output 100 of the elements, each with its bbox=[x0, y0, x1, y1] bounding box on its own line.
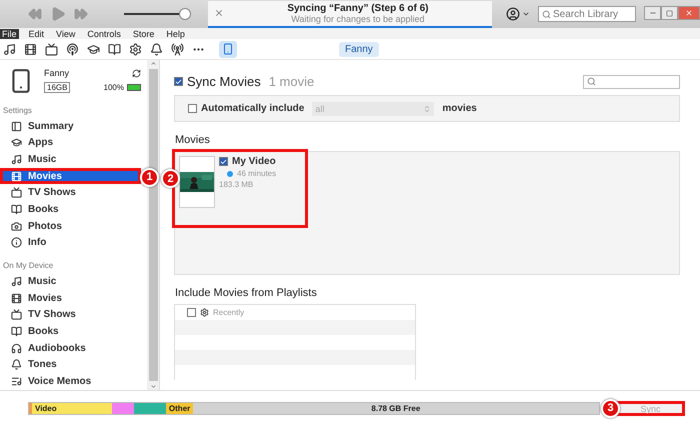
checkbox[interactable] bbox=[188, 104, 197, 113]
section-title: Settings bbox=[2, 104, 33, 117]
menu-item[interactable]: Help bbox=[164, 28, 187, 38]
movie-count: 1 movie bbox=[268, 74, 314, 89]
search-placeholder: Search Library bbox=[553, 8, 618, 20]
item-label: TV Shows bbox=[28, 187, 76, 198]
antenna-icon[interactable] bbox=[171, 42, 184, 56]
item-label: Music bbox=[28, 154, 56, 165]
checkbox[interactable] bbox=[219, 157, 228, 166]
scroll-up-icon[interactable] bbox=[150, 60, 156, 67]
info-icon bbox=[11, 237, 22, 248]
checkbox[interactable] bbox=[187, 308, 196, 317]
battery-icon bbox=[127, 84, 141, 91]
close-icon[interactable] bbox=[214, 8, 224, 18]
item-label: Info bbox=[28, 237, 46, 248]
menu-item[interactable]: View bbox=[54, 28, 78, 38]
menu-item[interactable]: Controls bbox=[85, 28, 123, 38]
movie-duration: 46 minutes bbox=[237, 169, 276, 178]
sidebar-item[interactable]: Audiobooks bbox=[0, 340, 147, 357]
sync-icon[interactable] bbox=[132, 68, 141, 78]
checkbox[interactable] bbox=[174, 77, 183, 86]
section-heading: Movies bbox=[175, 134, 211, 146]
sidebar-item[interactable]: Books bbox=[0, 201, 147, 218]
tv-icon bbox=[11, 309, 22, 320]
battery-percent: 100% bbox=[104, 83, 124, 92]
sidebar-item[interactable]: TV Shows bbox=[0, 184, 147, 202]
account-icon[interactable] bbox=[506, 7, 520, 21]
storage-segment: Other bbox=[166, 402, 193, 414]
item-label: Apps bbox=[28, 137, 53, 148]
bell-icon bbox=[11, 359, 22, 370]
podcast-icon[interactable] bbox=[66, 42, 79, 56]
menu-item[interactable]: File bbox=[0, 28, 19, 38]
sidebar-item[interactable]: TV Shows bbox=[0, 306, 147, 324]
music-note-icon[interactable] bbox=[3, 42, 16, 56]
maximize-button[interactable] bbox=[661, 6, 678, 20]
sidebar-item[interactable]: Books bbox=[0, 323, 147, 340]
device-tab[interactable]: Fanny bbox=[339, 42, 379, 56]
cap-icon bbox=[11, 137, 22, 148]
device-button[interactable] bbox=[219, 40, 237, 58]
sidebar-item[interactable]: Music bbox=[0, 273, 147, 290]
search-icon bbox=[587, 77, 596, 86]
bell-icon[interactable] bbox=[150, 42, 163, 56]
minimize-button[interactable] bbox=[644, 6, 661, 20]
step-number: 2 bbox=[161, 169, 180, 188]
free-space: 8.78 GB Free bbox=[371, 404, 420, 412]
list-music-icon bbox=[11, 376, 22, 388]
gear-icon[interactable] bbox=[129, 42, 142, 56]
list-icon bbox=[11, 120, 22, 132]
film-icon bbox=[11, 170, 22, 182]
item-label: Books bbox=[28, 326, 59, 338]
cap-icon[interactable] bbox=[87, 42, 100, 56]
book-icon bbox=[11, 204, 22, 215]
music-note-icon bbox=[11, 154, 22, 165]
maximize-icon bbox=[666, 10, 673, 16]
gear-icon bbox=[200, 308, 209, 317]
item-label: Voice Memos bbox=[28, 376, 92, 388]
item-label: Summary bbox=[28, 120, 74, 132]
sidebar-item[interactable]: Tones bbox=[0, 356, 147, 374]
search-field[interactable]: Search Library bbox=[538, 6, 636, 22]
sidebar-item[interactable]: Info bbox=[0, 234, 147, 252]
storage-segment: Video bbox=[32, 402, 112, 414]
device-capacity: 16GB bbox=[44, 82, 70, 93]
item-label: TV Shows bbox=[28, 309, 76, 320]
scroll-down-icon[interactable] bbox=[150, 383, 156, 390]
sidebar-item[interactable]: Summary bbox=[0, 118, 147, 134]
scrollbar-thumb[interactable] bbox=[148, 69, 158, 381]
status-subtitle: Waiting for changes to be applied bbox=[291, 14, 425, 24]
sidebar-item[interactable]: Photos bbox=[0, 218, 147, 234]
section-title: On My Device bbox=[2, 260, 54, 272]
search-field[interactable] bbox=[583, 74, 680, 88]
sidebar-item[interactable]: Movies bbox=[0, 290, 147, 307]
music-note-icon bbox=[11, 276, 22, 288]
sidebar-item[interactable]: Music bbox=[0, 151, 147, 168]
headphones-icon bbox=[11, 342, 22, 354]
device-name: Fanny bbox=[44, 68, 70, 78]
sidebar-item[interactable]: Apps bbox=[0, 134, 147, 152]
tv-icon bbox=[11, 187, 22, 198]
menu-item[interactable]: Store bbox=[130, 28, 156, 38]
option-label: movies bbox=[442, 103, 477, 114]
status-title: Syncing “Fanny” (Step 6 of 6) bbox=[287, 2, 428, 14]
phone-icon bbox=[222, 43, 234, 55]
movie-title: My Video bbox=[232, 156, 276, 167]
sidebar-item[interactable]: Movies bbox=[0, 168, 141, 184]
caret-icon[interactable] bbox=[522, 10, 530, 18]
movie-size: 183.3 MB bbox=[219, 180, 254, 189]
volume-thumb[interactable] bbox=[178, 8, 191, 20]
close-icon bbox=[685, 9, 693, 17]
item-label: Tones bbox=[28, 359, 57, 370]
step-number: 3 bbox=[601, 398, 620, 418]
sidebar-item[interactable]: Voice Memos bbox=[0, 373, 147, 390]
film-icon[interactable] bbox=[24, 42, 37, 56]
book-icon[interactable] bbox=[108, 42, 121, 56]
tv-icon[interactable] bbox=[45, 42, 58, 56]
item-label: Photos bbox=[28, 220, 62, 232]
movie-item[interactable]: My Video 46 minutes 183.3 MB bbox=[179, 156, 301, 222]
option-label: Automatically include bbox=[201, 103, 304, 114]
camera-icon bbox=[11, 220, 22, 232]
menu-item[interactable]: Edit bbox=[26, 28, 46, 38]
film-icon bbox=[11, 292, 22, 304]
search-icon bbox=[542, 10, 551, 18]
